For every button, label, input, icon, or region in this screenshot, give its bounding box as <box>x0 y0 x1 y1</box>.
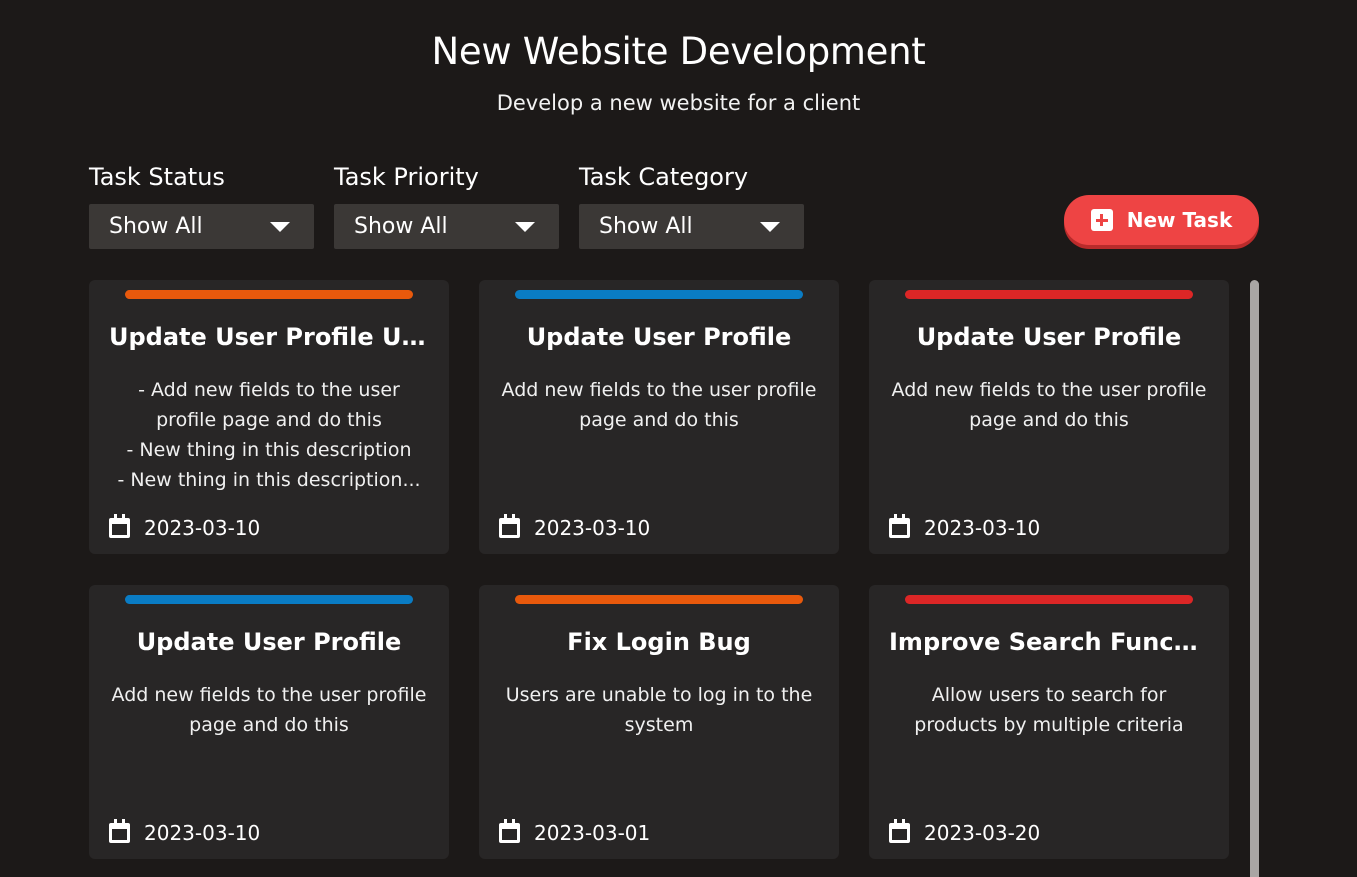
task-title: Fix Login Bug <box>567 628 751 656</box>
priority-filter: Task Priority Show All <box>334 160 559 249</box>
task-title: Update User Profile Upd... <box>109 323 429 351</box>
task-card[interactable]: Update User Profile Add new fields to th… <box>89 585 449 859</box>
task-date-text: 2023-03-10 <box>144 821 261 845</box>
description-line: Add new fields to the user profile <box>501 379 817 401</box>
priority-filter-value: Show All <box>354 214 448 239</box>
description-line: - Add new fields to the user <box>138 379 400 401</box>
status-filter-select[interactable]: Show All <box>89 204 314 249</box>
calendar-icon <box>109 514 130 538</box>
task-date-text: 2023-03-20 <box>924 821 1041 845</box>
status-filter-label: Task Status <box>89 163 225 191</box>
project-header: New Website Development Develop a new we… <box>0 28 1357 116</box>
task-description: Add new fields to the user profile page … <box>499 375 819 435</box>
task-due-date: 2023-03-10 <box>499 514 651 540</box>
category-filter: Task Category Show All <box>579 160 804 249</box>
priority-bar <box>125 595 413 604</box>
task-due-date: 2023-03-10 <box>109 819 261 845</box>
task-description: Add new fields to the user profile page … <box>109 680 429 740</box>
status-filter: Task Status Show All <box>89 160 314 249</box>
task-card[interactable]: Update User Profile Add new fields to th… <box>869 280 1229 554</box>
priority-bar <box>905 290 1193 299</box>
task-description: Users are unable to log in to the system <box>499 680 819 740</box>
description-line: page and do this <box>579 409 739 431</box>
task-due-date: 2023-03-10 <box>109 514 261 540</box>
task-date-text: 2023-03-10 <box>534 516 651 540</box>
description-line: Add new fields to the user profile <box>111 684 427 706</box>
priority-bar <box>515 290 803 299</box>
description-line: Add new fields to the user profile <box>891 379 1207 401</box>
task-date-text: 2023-03-10 <box>924 516 1041 540</box>
filter-bar: Task Status Show All Task Priority Show … <box>89 160 824 249</box>
description-line: - New thing in this description... <box>117 469 421 491</box>
scrollbar-thumb[interactable] <box>1250 280 1259 877</box>
description-line: profile page and do this <box>156 409 382 431</box>
task-due-date: 2023-03-10 <box>889 514 1041 540</box>
task-card[interactable]: Fix Login Bug Users are unable to log in… <box>479 585 839 859</box>
task-board-page: New Website Development Develop a new we… <box>0 0 1357 877</box>
new-task-label: New Task <box>1126 208 1233 232</box>
calendar-icon <box>889 819 910 843</box>
plus-square-icon <box>1090 209 1113 231</box>
calendar-icon <box>499 514 520 538</box>
page-title: New Website Development <box>431 30 926 73</box>
description-line: - New thing in this description <box>126 439 412 461</box>
chevron-down-icon <box>515 221 535 232</box>
priority-bar <box>515 595 803 604</box>
task-grid: Update User Profile Upd... - Add new fie… <box>89 280 1229 859</box>
task-date-text: 2023-03-10 <box>144 516 261 540</box>
chevron-down-icon <box>270 221 290 232</box>
task-title: Update User Profile <box>136 628 402 656</box>
task-title: Improve Search Function... <box>889 628 1209 656</box>
status-filter-value: Show All <box>109 214 203 239</box>
task-title: Update User Profile <box>526 323 792 351</box>
new-task-button[interactable]: New Task <box>1064 195 1259 245</box>
priority-bar <box>125 290 413 299</box>
category-filter-select[interactable]: Show All <box>579 204 804 249</box>
task-description: - Add new fields to the user profile pag… <box>109 375 429 495</box>
task-card[interactable]: Update User Profile Add new fields to th… <box>479 280 839 554</box>
description-line: products by multiple criteria <box>914 714 1184 736</box>
calendar-icon <box>889 514 910 538</box>
task-card[interactable]: Improve Search Function... Allow users t… <box>869 585 1229 859</box>
task-description: Add new fields to the user profile page … <box>889 375 1209 435</box>
category-filter-value: Show All <box>599 214 693 239</box>
page-subtitle: Develop a new website for a client <box>496 91 861 115</box>
description-line: system <box>624 714 694 736</box>
task-due-date: 2023-03-01 <box>499 819 651 845</box>
task-card[interactable]: Update User Profile Upd... - Add new fie… <box>89 280 449 554</box>
description-line: Allow users to search for <box>931 684 1167 706</box>
priority-filter-select[interactable]: Show All <box>334 204 559 249</box>
chevron-down-icon <box>760 221 780 232</box>
description-line: Users are unable to log in to the <box>505 684 813 706</box>
task-description: Allow users to search for products by mu… <box>889 680 1209 740</box>
task-title: Update User Profile <box>916 323 1182 351</box>
calendar-icon <box>499 819 520 843</box>
task-date-text: 2023-03-01 <box>534 821 651 845</box>
description-line: page and do this <box>969 409 1129 431</box>
description-line: page and do this <box>189 714 349 736</box>
priority-filter-label: Task Priority <box>334 163 479 191</box>
calendar-icon <box>109 819 130 843</box>
category-filter-label: Task Category <box>579 163 749 191</box>
priority-bar <box>905 595 1193 604</box>
task-due-date: 2023-03-20 <box>889 819 1041 845</box>
